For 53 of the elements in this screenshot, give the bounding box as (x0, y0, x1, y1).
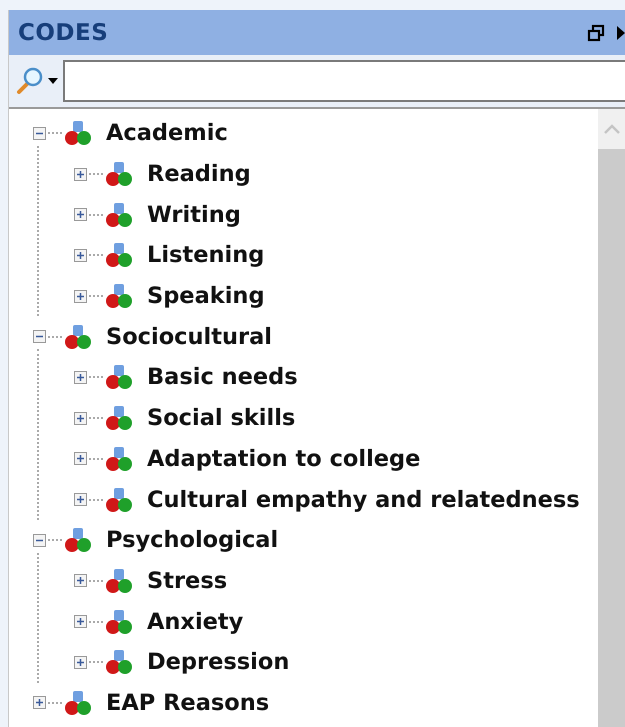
code-icon (105, 648, 133, 676)
code-icon (64, 526, 92, 554)
expand-icon[interactable] (74, 493, 87, 506)
collapse-icon[interactable] (33, 534, 46, 547)
code-icon (64, 688, 92, 717)
expand-icon[interactable] (74, 412, 87, 425)
search-field[interactable] (63, 60, 625, 102)
expand-icon[interactable] (74, 656, 87, 669)
tree-item[interactable]: Cultural empathy and relatedness (147, 486, 580, 513)
expand-icon[interactable] (74, 208, 87, 222)
expand-icon[interactable] (74, 615, 87, 628)
scrollbar[interactable] (598, 109, 625, 727)
code-icon (105, 282, 133, 310)
tree-item[interactable]: Reading (147, 161, 251, 188)
tree-item[interactable]: Stress (147, 568, 228, 594)
code-icon (105, 608, 133, 636)
caret-icon[interactable] (617, 24, 625, 42)
expand-icon[interactable] (74, 370, 87, 384)
expand-icon[interactable] (74, 290, 87, 303)
tree-item[interactable]: Academic (106, 120, 228, 146)
tree-item[interactable]: Listening (147, 242, 264, 268)
code-icon (105, 200, 133, 229)
code-icon (105, 486, 133, 514)
expand-icon[interactable] (74, 168, 87, 181)
code-icon (64, 322, 92, 351)
code-icon (105, 566, 133, 595)
code-icon (105, 444, 133, 473)
panel-title: CODES (18, 20, 110, 46)
tree-item[interactable]: Writing (147, 202, 241, 228)
tree-item[interactable]: Psychological (106, 527, 278, 554)
restore-window-icon[interactable] (587, 24, 605, 42)
code-icon (105, 160, 133, 188)
chevron-up-icon (604, 124, 620, 134)
expand-icon[interactable] (74, 248, 87, 262)
code-icon (105, 241, 133, 270)
code-icon (105, 404, 133, 432)
tree-item[interactable]: Anxiety (147, 608, 244, 635)
tree-item[interactable]: Basic needs (147, 364, 298, 390)
tree-item[interactable]: Depression (147, 649, 290, 676)
code-icon (105, 363, 133, 392)
code-icon (64, 119, 92, 148)
caret-icon (47, 77, 59, 85)
tree-item[interactable]: Sociocultural (106, 324, 272, 350)
expand-icon[interactable] (33, 696, 46, 710)
collapse-icon[interactable] (33, 330, 46, 344)
tree-item[interactable]: Social skills (147, 405, 296, 432)
expand-icon[interactable] (74, 452, 87, 466)
tree-item[interactable]: EAP Reasons (106, 690, 270, 716)
tree-item[interactable]: Speaking (147, 283, 265, 310)
collapse-icon[interactable] (33, 126, 46, 140)
tree-item[interactable]: Adaptation to college (147, 446, 420, 472)
expand-icon[interactable] (74, 574, 87, 588)
search-icon (15, 66, 45, 96)
